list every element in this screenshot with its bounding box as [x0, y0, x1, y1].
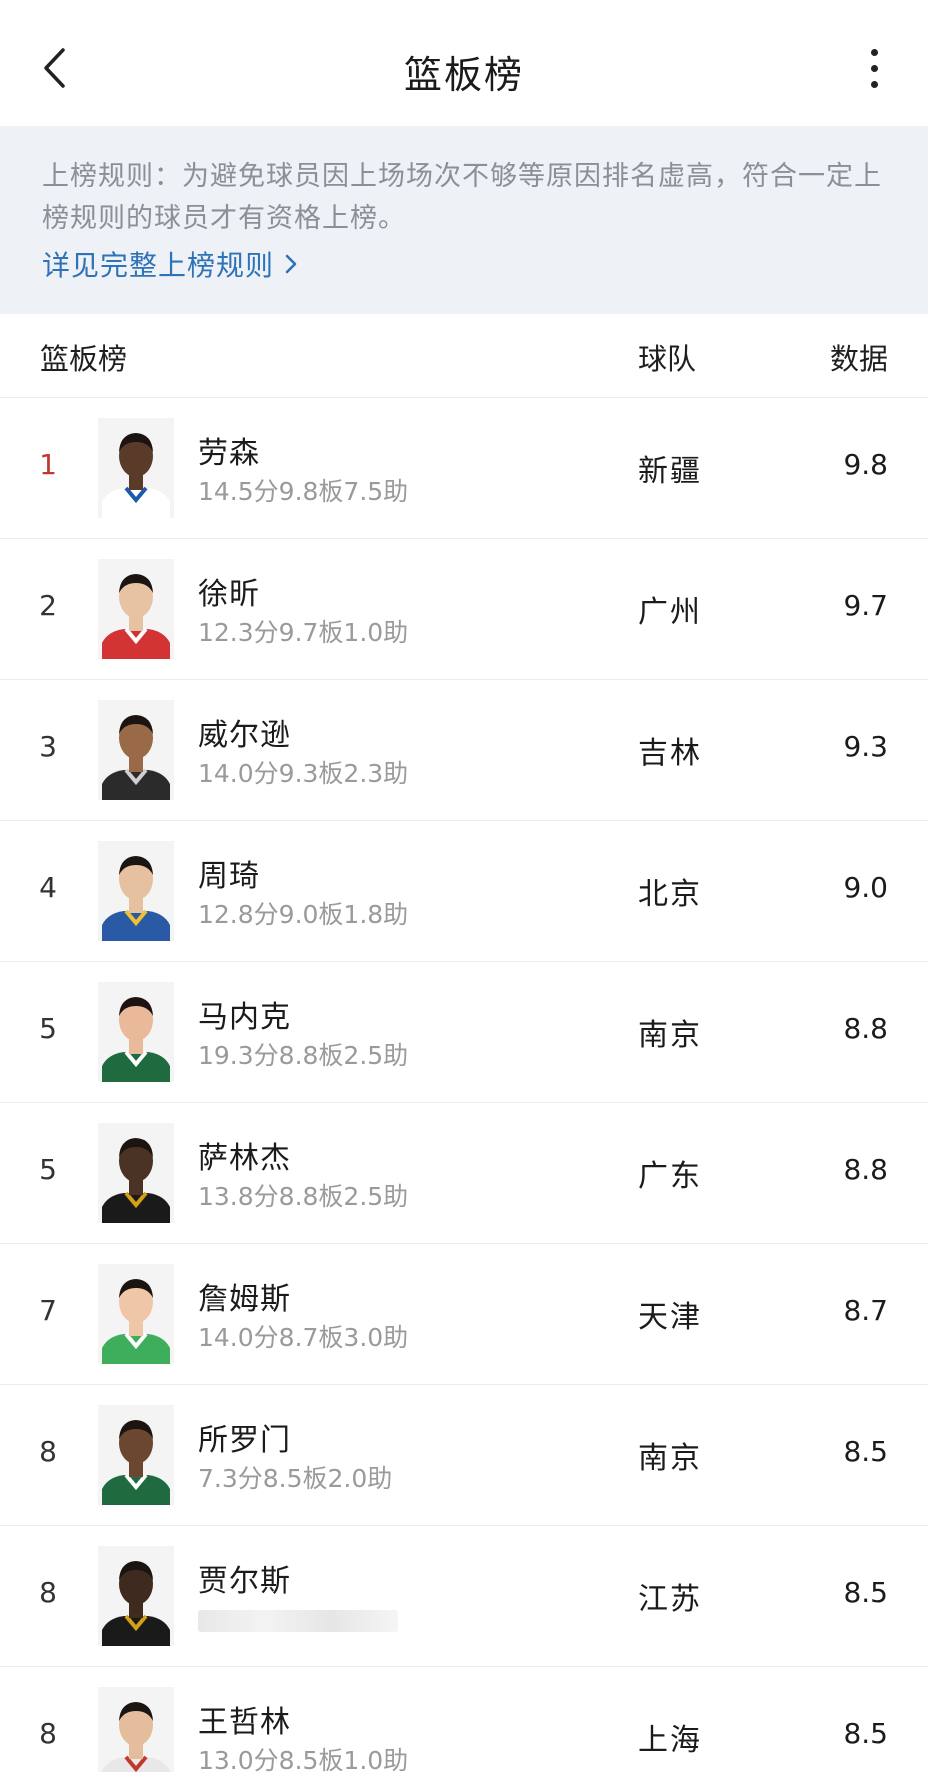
player-avatar: [98, 1264, 174, 1364]
player-photo-icon: [98, 841, 174, 941]
player-stats: 14.0分8.7板3.0助: [198, 1323, 409, 1352]
table-header: 篮板榜 球队 数据: [0, 314, 928, 398]
player-team: 江苏: [638, 1582, 702, 1617]
player-avatar: [98, 559, 174, 659]
player-avatar: [98, 418, 174, 518]
player-row[interactable]: 5 马内克 19.3分8.8板2.5助 南京 8.8: [0, 962, 928, 1103]
player-row[interactable]: 8 贾尔斯 江苏 8.5: [0, 1526, 928, 1667]
player-rank: 5: [39, 1012, 57, 1045]
player-row[interactable]: 8 王哲林 13.0分8.5板1.0助 上海 8.5: [0, 1667, 928, 1772]
player-rank: 3: [39, 730, 57, 763]
player-row[interactable]: 8 所罗门 7.3分8.5板2.0助 南京 8.5: [0, 1385, 928, 1526]
header-rank: 篮板榜: [40, 342, 128, 376]
player-photo-icon: [98, 982, 174, 1082]
player-name: 劳森: [198, 436, 260, 471]
player-stats: [198, 1610, 398, 1632]
player-name: 詹姆斯: [198, 1282, 291, 1317]
player-avatar: [98, 1687, 174, 1772]
player-value: 9.8: [843, 448, 888, 481]
player-stats: 13.0分8.5板1.0助: [198, 1746, 409, 1772]
player-row[interactable]: 2 徐昕 12.3分9.7板1.0助 广州 9.7: [0, 539, 928, 680]
player-photo-icon: [98, 1687, 174, 1772]
more-dots-icon: [870, 48, 878, 56]
player-avatar: [98, 841, 174, 941]
player-stats: 12.3分9.7板1.0助: [198, 618, 409, 647]
header-value: 数据: [829, 342, 888, 376]
header-team: 球队: [638, 342, 697, 376]
player-name: 贾尔斯: [198, 1564, 291, 1599]
player-avatar: [98, 982, 174, 1082]
player-rank: 7: [39, 1294, 57, 1327]
player-photo-icon: [98, 1123, 174, 1223]
top-bar: 篮板榜: [0, 0, 928, 126]
player-team: 广东: [638, 1159, 702, 1194]
player-rank: 2: [39, 589, 57, 622]
player-photo-icon: [98, 1405, 174, 1505]
chevron-right-icon: [285, 254, 297, 274]
player-name: 徐昕: [198, 577, 260, 612]
player-avatar: [98, 1546, 174, 1646]
player-name: 马内克: [198, 1000, 291, 1035]
leaderboard-list: 1 劳森 14.5分9.8板7.5助 新疆 9.8 2 徐昕 12.3分9.7板…: [0, 398, 928, 1772]
player-team: 广州: [638, 595, 702, 630]
player-name: 周琦: [198, 859, 260, 894]
page-title: 篮板榜: [403, 53, 524, 97]
player-rank: 1: [39, 448, 57, 481]
player-value: 8.5: [843, 1576, 888, 1609]
rules-text: 上榜规则：为避免球员因上场场次不够等原因排名虚高，符合一定上榜规则的球员才有资格…: [42, 161, 882, 234]
player-team: 南京: [638, 1018, 702, 1053]
player-rank: 8: [39, 1435, 57, 1468]
player-rank: 8: [39, 1717, 57, 1750]
full-rules-link-label: 详见完整上榜规则: [42, 249, 275, 282]
player-avatar: [98, 1405, 174, 1505]
player-row[interactable]: 7 詹姆斯 14.0分8.7板3.0助 天津 8.7: [0, 1244, 928, 1385]
player-stats: 14.0分9.3板2.3助: [198, 759, 409, 788]
player-photo-icon: [98, 1264, 174, 1364]
player-value: 8.5: [843, 1717, 888, 1750]
player-team: 吉林: [638, 736, 702, 771]
full-rules-link[interactable]: 详见完整上榜规则: [42, 244, 298, 284]
player-rank: 5: [39, 1153, 57, 1186]
player-name: 王哲林: [198, 1705, 291, 1740]
player-photo-icon: [98, 1546, 174, 1646]
player-team: 北京: [638, 877, 702, 912]
player-value: 8.7: [843, 1294, 888, 1327]
player-row[interactable]: 3 威尔逊 14.0分9.3板2.3助 吉林 9.3: [0, 680, 928, 821]
player-photo-icon: [98, 700, 174, 800]
player-avatar: [98, 700, 174, 800]
player-stats: 7.3分8.5板2.0助: [198, 1464, 393, 1493]
player-value: 8.5: [843, 1435, 888, 1468]
player-row[interactable]: 1 劳森 14.5分9.8板7.5助 新疆 9.8: [0, 398, 928, 539]
more-menu-button[interactable]: [854, 40, 894, 96]
player-team: 新疆: [638, 454, 702, 489]
player-row[interactable]: 5 萨林杰 13.8分8.8板2.5助 广东 8.8: [0, 1103, 928, 1244]
player-name: 萨林杰: [198, 1141, 291, 1176]
player-stats: 12.8分9.0板1.8助: [198, 900, 409, 929]
more-dots-icon-mid: [870, 64, 878, 72]
player-team: 上海: [638, 1723, 702, 1758]
player-name: 威尔逊: [198, 718, 291, 753]
player-value: 9.3: [843, 730, 888, 763]
rules-banner: 上榜规则：为避免球员因上场场次不够等原因排名虚高，符合一定上榜规则的球员才有资格…: [0, 126, 928, 314]
player-name: 所罗门: [198, 1423, 291, 1458]
player-stats: 13.8分8.8板2.5助: [198, 1182, 409, 1211]
player-photo-icon: [98, 559, 174, 659]
player-team: 天津: [638, 1300, 702, 1335]
player-rank: 8: [39, 1576, 57, 1609]
player-value: 9.7: [843, 589, 888, 622]
player-value: 8.8: [843, 1153, 888, 1186]
player-value: 9.0: [843, 871, 888, 904]
player-avatar: [98, 1123, 174, 1223]
player-row[interactable]: 4 周琦 12.8分9.0板1.8助 北京 9.0: [0, 821, 928, 962]
player-team: 南京: [638, 1441, 702, 1476]
player-value: 8.8: [843, 1012, 888, 1045]
player-rank: 4: [39, 871, 57, 904]
player-photo-icon: [98, 418, 174, 518]
player-stats: 19.3分8.8板2.5助: [198, 1041, 409, 1070]
more-dots-icon-bottom: [870, 80, 878, 88]
player-stats: 14.5分9.8板7.5助: [198, 477, 409, 506]
